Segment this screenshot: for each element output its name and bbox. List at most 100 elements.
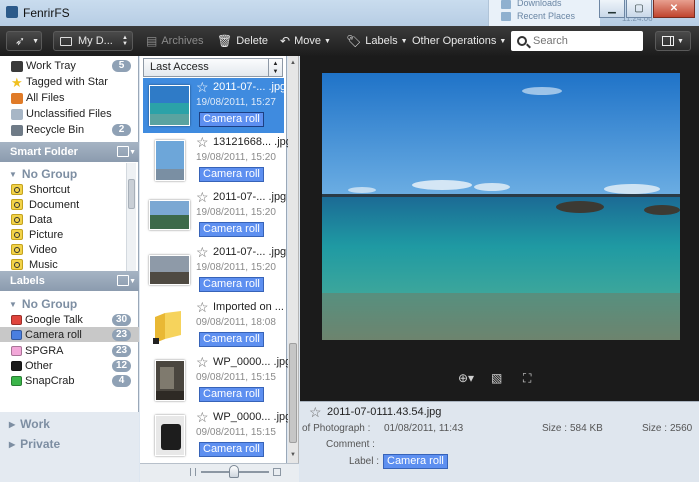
star-toggle-icon[interactable]: ☆ (196, 244, 209, 261)
smart-folder-scrollbar[interactable] (126, 163, 136, 271)
close-button[interactable]: ✕ (653, 0, 695, 18)
search-box[interactable] (511, 31, 643, 51)
chevron-down-icon: ▼ (400, 37, 408, 45)
smart-folder-label: Video (29, 243, 57, 256)
label-other[interactable]: Other 12 (0, 358, 139, 373)
thumbnail-size-bar (140, 463, 299, 482)
file-list-scrollbar[interactable]: ▲ ▼ (288, 56, 299, 463)
chevron-down-icon[interactable]: ▼ (129, 272, 136, 292)
thumbnail-image (155, 415, 185, 456)
star-toggle-icon[interactable]: ☆ (196, 299, 209, 316)
fullscreen-button[interactable]: ⛶ (523, 371, 531, 387)
sidebar-item-work-tray[interactable]: Work Tray 5 (0, 58, 139, 74)
thumbnail-image (155, 140, 185, 181)
label-snapcrab[interactable]: SnapCrab 4 (0, 373, 139, 388)
file-list: Last Access ▲ ▼ ☆ 2011-07-... .jpg 19/08/… (140, 56, 292, 482)
app-menu-button[interactable]: ➶ ▼ (6, 31, 42, 51)
star-toggle-icon[interactable]: ☆ (309, 404, 322, 421)
chevron-down-icon: ▼ (323, 37, 331, 45)
background-explorer-window: Downloads Recent Places (488, 0, 600, 26)
grid-icon[interactable] (273, 468, 281, 476)
file-item[interactable]: ☆ WP_0000... .jpg 09/08/2011, 15:15 Came… (143, 408, 291, 463)
edit-icon[interactable] (117, 146, 129, 157)
maximize-icon: ▢ (634, 3, 644, 14)
other-operations-button[interactable]: Other Operations ▼ (412, 31, 506, 51)
labels-button[interactable]: 🏷 Labels ▼ (346, 31, 408, 51)
archives-button[interactable]: ▤ Archives (146, 31, 204, 51)
slider-knob[interactable] (229, 465, 239, 478)
sidebar-item-recycle-bin[interactable]: Recycle Bin 2 (0, 122, 139, 138)
zoom-in-button[interactable]: ⊕▾ (458, 371, 474, 387)
star-icon: ★ (11, 74, 23, 90)
star-toggle-icon[interactable]: ☆ (196, 79, 209, 96)
delete-button[interactable]: 🗑 Delete (217, 31, 268, 51)
label-name: Other (25, 359, 53, 372)
sidebar-item-label: All Files (26, 92, 65, 104)
downloads-icon (501, 0, 511, 9)
smart-folder-header[interactable]: Smart Folder ▼ (0, 142, 139, 162)
section-title: Smart Folder (10, 146, 78, 158)
smart-folder-data[interactable]: Data (0, 212, 124, 227)
scroll-up-icon[interactable]: ▲ (288, 60, 298, 66)
sidebar-item-unclassified-files[interactable]: Unclassified Files (0, 106, 139, 122)
spinner-icon: ▲ ▼ (268, 59, 282, 76)
star-toggle-icon[interactable]: ☆ (196, 354, 209, 371)
file-item[interactable]: ☆ 2011-07-... .jpg 19/08/2011, 15:27 Cam… (143, 78, 286, 133)
collapsed-triangle-icon: ▶ (9, 439, 16, 449)
fit-image-icon: ▧ (491, 371, 503, 385)
smart-folder-shortcut[interactable]: Shortcut (0, 182, 124, 197)
archives-label: Archives (161, 35, 204, 47)
chevron-down-icon[interactable]: ▼ (129, 143, 136, 163)
file-item[interactable]: ☆ 2011-07-... .jpg 19/08/2011, 15:20 Cam… (143, 243, 287, 298)
sidebar-item-all-files[interactable]: All Files (0, 90, 139, 106)
feather-icon: ➶ (15, 34, 26, 48)
scrollbar-thumb[interactable] (128, 179, 135, 209)
file-label-tag: Camera roll (199, 442, 264, 457)
layout-toggle-button[interactable]: ▼ (655, 31, 691, 51)
title-bar: FenrirFS Downloads Recent Places 11:24:0… (0, 0, 699, 26)
fit-image-button[interactable]: ▧ (491, 371, 502, 387)
sidebar: Work Tray 5 ★ Tagged with Star All Files… (0, 56, 139, 482)
scroll-down-icon[interactable]: ▼ (288, 452, 298, 458)
labels-header[interactable]: Labels ▼ (0, 271, 139, 291)
label-group-work[interactable]: ▶ Work (0, 416, 50, 432)
label-group-private[interactable]: ▶ Private (0, 436, 60, 452)
minimize-button[interactable]: ▁ (599, 0, 625, 18)
file-name: 2011-07-... .jpg (213, 191, 287, 203)
preview-controls: ⊕▾ ▧ ⛶ (300, 368, 699, 390)
sort-selector[interactable]: Last Access ▲ ▼ (143, 58, 283, 77)
file-name: 2011-07-... .jpg (213, 246, 287, 258)
spinner-icon: ▲ ▼ (122, 35, 128, 47)
file-item[interactable]: ☆ 13121668... .jpg 19/08/2011, 15:20 Cam… (143, 133, 292, 188)
info-label-tag[interactable]: Camera roll (383, 454, 448, 469)
drive-selector[interactable]: My D... ▲ ▼ (53, 31, 133, 51)
file-label-tag: Camera roll (199, 222, 264, 237)
info-filename: 2011-07-0111.43.54.jpg (327, 406, 442, 418)
star-toggle-icon[interactable]: ☆ (196, 409, 209, 426)
smart-folder-music[interactable]: Music (0, 257, 124, 272)
section-title: Labels (10, 275, 45, 287)
maximize-button[interactable]: ▢ (626, 0, 652, 18)
smart-folder-picture[interactable]: Picture (0, 227, 124, 242)
file-item[interactable]: ☆ Imported on ... 09/08/2011, 18:08 Came… (143, 298, 284, 353)
smart-folder-group[interactable]: ▼ No Group (0, 166, 77, 182)
thumbnail-image (149, 200, 190, 230)
smart-folder-icon (11, 244, 23, 255)
edit-icon[interactable] (117, 275, 129, 286)
file-item[interactable]: ☆ 2011-07-... .jpg 19/08/2011, 15:20 Cam… (143, 188, 287, 243)
search-input[interactable] (533, 35, 633, 47)
label-spgra[interactable]: SPGRA 23 (0, 343, 139, 358)
label-google-talk[interactable]: Google Talk 30 (0, 312, 139, 327)
smart-folder-video[interactable]: Video (0, 242, 124, 257)
move-button[interactable]: ↶ Move ▼ (280, 31, 331, 51)
label-field-label: Label : (349, 456, 380, 467)
label-camera-roll[interactable]: Camera roll 23 (0, 327, 139, 342)
star-toggle-icon[interactable]: ☆ (196, 189, 209, 206)
label-name: Google Talk (25, 313, 83, 326)
smart-folder-document[interactable]: Document (0, 197, 124, 212)
file-item[interactable]: ☆ WP_0000... .jpg 09/08/2011, 15:15 Came… (143, 353, 291, 408)
star-toggle-icon[interactable]: ☆ (196, 134, 209, 151)
scrollbar-thumb[interactable] (289, 343, 297, 443)
labels-group[interactable]: ▼ No Group (0, 296, 77, 312)
sidebar-item-tagged-with-star[interactable]: ★ Tagged with Star (0, 74, 139, 90)
